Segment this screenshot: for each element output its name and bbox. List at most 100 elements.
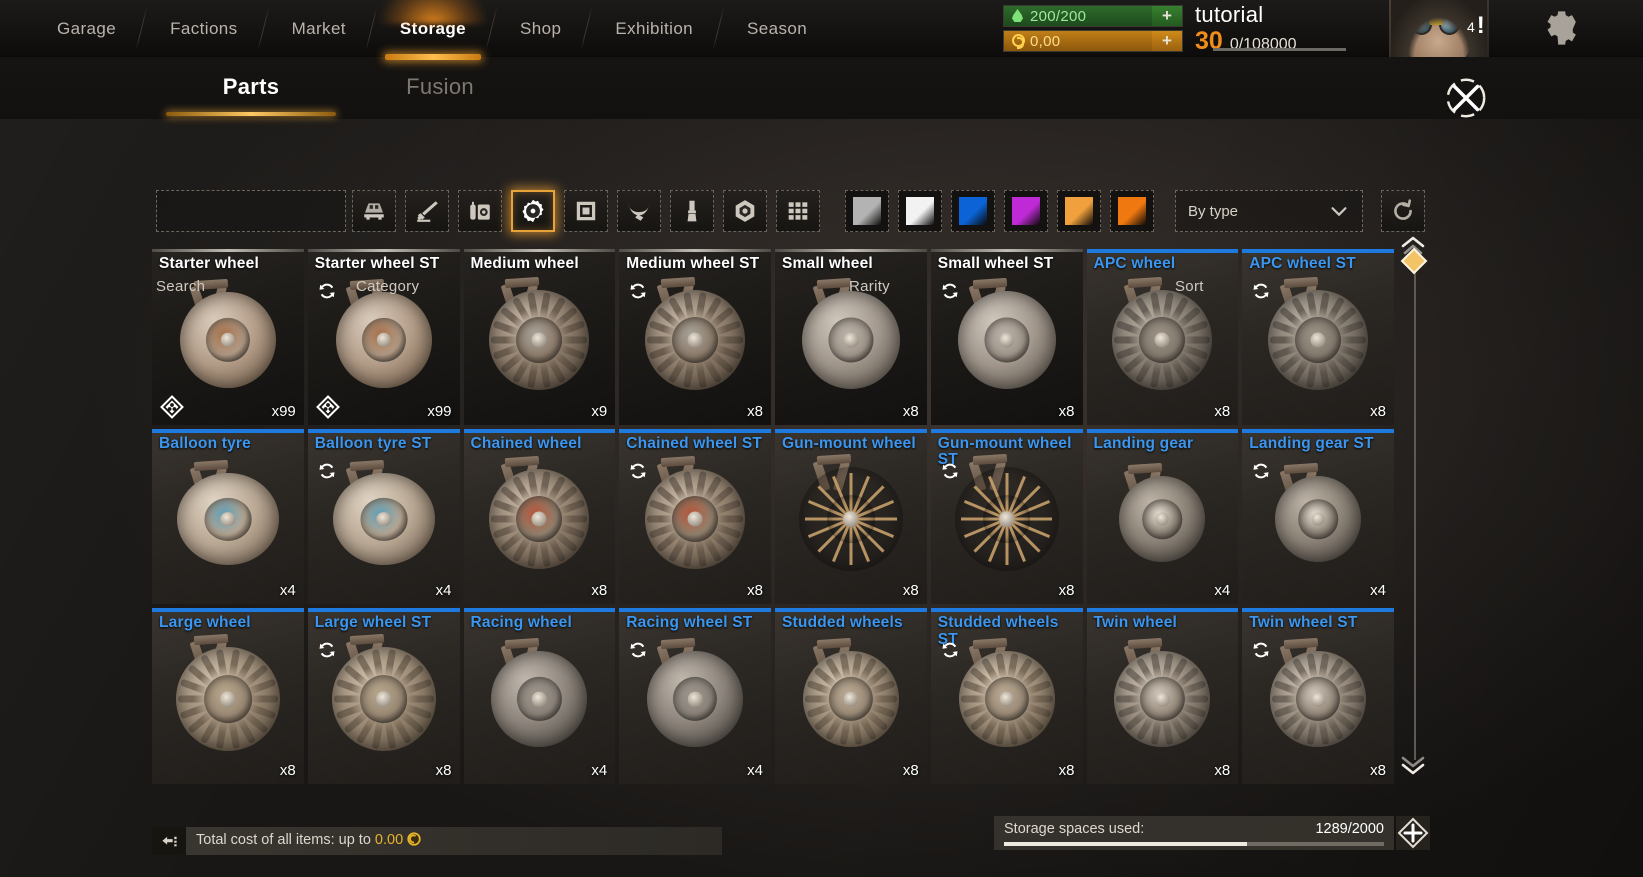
player-level: 30 <box>1195 27 1223 55</box>
stackable-icon <box>628 281 648 301</box>
item-card[interactable]: Small wheel x8 <box>775 249 927 425</box>
rarity-strip <box>619 608 771 613</box>
currency-panel: 200/200 + 0,00 + <box>1003 5 1183 55</box>
nav-tab-shop[interactable]: Shop <box>485 0 588 57</box>
item-card[interactable]: Landing gear x4 <box>1086 428 1239 605</box>
item-quantity: x8 <box>435 762 452 779</box>
item-card[interactable]: Medium wheel ST x8 <box>619 249 771 425</box>
rarity-strip <box>307 428 460 433</box>
item-quantity: x8 <box>1370 762 1386 779</box>
item-name: APC wheel <box>1093 255 1176 272</box>
xp-progress-bar <box>1213 48 1346 51</box>
item-card[interactable]: APC wheel x8 <box>1086 249 1239 425</box>
item-quantity: x4 <box>1370 582 1386 600</box>
item-card[interactable]: Twin wheel x8 <box>1086 608 1239 784</box>
nav-tab-exhibition[interactable]: Exhibition <box>580 0 720 57</box>
expand-storage-button[interactable] <box>1396 816 1430 850</box>
rarity-strip <box>1242 428 1394 433</box>
fuel-value: 200/200 <box>1030 7 1087 25</box>
item-card[interactable]: Gun-mount wheel ST x8 <box>930 428 1083 605</box>
item-card[interactable]: Landing gear ST x4 <box>1242 428 1394 605</box>
item-name: Medium wheel <box>470 255 579 272</box>
gear-icon <box>1547 11 1576 45</box>
fuel-add-button[interactable]: + <box>1152 6 1182 26</box>
rarity-strip <box>307 608 460 613</box>
item-card[interactable]: Chained wheel ST x8 <box>619 428 771 605</box>
rarity-strip <box>1086 428 1239 433</box>
item-quantity: x4 <box>1214 582 1231 600</box>
rarity-strip <box>619 428 771 433</box>
item-card[interactable]: Large wheel x8 <box>152 608 304 784</box>
tab-fusion[interactable]: Fusion <box>355 67 525 107</box>
nav-tab-garage[interactable]: Garage <box>30 0 143 57</box>
item-card[interactable]: Racing wheel x4 <box>463 608 616 784</box>
item-name: APC wheel ST <box>1249 255 1356 272</box>
item-quantity: x8 <box>1058 402 1075 420</box>
item-name: Studded wheels <box>782 614 903 632</box>
nav-tab-factions[interactable]: Factions <box>135 0 264 57</box>
item-card[interactable]: Studded wheels ST x8 <box>930 608 1083 784</box>
nav-tab-storage[interactable]: Storage <box>365 0 493 60</box>
sort-label: Sort <box>1175 278 1204 295</box>
diamond-thumb-icon <box>1400 247 1428 275</box>
stackable-icon <box>940 461 960 481</box>
item-name: Chained wheel <box>470 434 582 452</box>
item-card[interactable]: Starter wheel ST x99 <box>307 249 460 425</box>
item-quantity: x99 <box>271 402 296 420</box>
item-card[interactable]: Medium wheel x9 <box>463 249 616 425</box>
close-button[interactable] <box>1443 75 1489 121</box>
coin-bar[interactable]: 0,00 + <box>1003 30 1183 52</box>
fuel-bar[interactable]: 200/200 + <box>1003 5 1183 27</box>
item-card[interactable]: Starter wheel x99 <box>152 249 304 425</box>
item-quantity: x8 <box>1370 402 1386 420</box>
scrollbar-thumb[interactable] <box>1399 246 1429 276</box>
coin-add-button[interactable]: + <box>1152 31 1182 51</box>
total-cost-bar: Total cost of all items: up to 0.00 <box>152 827 722 855</box>
stackable-icon <box>1251 461 1271 481</box>
rarity-label: Rarity <box>849 278 890 295</box>
rarity-strip <box>307 249 460 252</box>
stackable-icon <box>628 461 648 481</box>
storage-value: 1289/2000 <box>1315 821 1384 837</box>
item-name: Chained wheel ST <box>626 434 763 452</box>
item-quantity: x99 <box>427 402 452 420</box>
item-card[interactable]: Chained wheel x8 <box>463 428 616 605</box>
item-name: Large wheel <box>159 614 251 632</box>
nav-tab-season[interactable]: Season <box>712 0 834 57</box>
rarity-strip <box>152 428 304 433</box>
rarity-strip <box>775 249 927 252</box>
stackable-icon <box>940 640 960 660</box>
item-card[interactable]: Twin wheel ST x8 <box>1242 608 1394 784</box>
storage-usage-bar: Storage spaces used: 1289/2000 <box>994 816 1394 850</box>
item-card[interactable]: Studded wheels x8 <box>775 608 927 784</box>
item-quantity: x8 <box>1214 762 1231 779</box>
nav-tab-label: Shop <box>520 18 562 38</box>
exclamation-icon: ! <box>1476 12 1485 39</box>
alerts-indicator[interactable]: 4 ! <box>1467 12 1485 39</box>
item-card[interactable]: Racing wheel ST x4 <box>619 608 771 784</box>
item-name: Balloon tyre <box>159 434 251 452</box>
rarity-strip <box>1242 608 1394 613</box>
scrollbar-track[interactable] <box>1414 268 1416 760</box>
item-card[interactable]: Balloon tyre x4 <box>152 428 304 605</box>
nav-tab-market[interactable]: Market <box>256 0 373 57</box>
item-card[interactable]: Balloon tyre ST x4 <box>307 428 460 605</box>
nav-tab-label: Garage <box>57 18 117 38</box>
item-quantity: x8 <box>747 582 763 600</box>
item-thumbnail <box>464 455 616 585</box>
item-name: Landing gear ST <box>1249 434 1374 452</box>
main-navigation: Garage Factions Market Storage Shop Exhibitio… <box>30 0 834 60</box>
stackable-icon <box>628 640 648 660</box>
item-name: Racing wheel ST <box>626 614 753 632</box>
item-card[interactable]: Gun-mount wheel x8 <box>775 428 927 605</box>
pack-badge-icon <box>315 394 340 419</box>
item-card[interactable]: Large wheel ST x8 <box>307 608 460 784</box>
scroll-down-button[interactable] <box>1396 752 1430 778</box>
tab-parts[interactable]: Parts <box>166 67 336 116</box>
item-card[interactable]: APC wheel ST x8 <box>1242 249 1394 425</box>
item-quantity: x8 <box>902 582 919 600</box>
settings-button[interactable] <box>1540 8 1580 48</box>
rarity-strip <box>463 249 616 252</box>
item-card[interactable]: Small wheel ST x8 <box>930 249 1083 425</box>
item-name: Twin wheel <box>1093 614 1178 632</box>
